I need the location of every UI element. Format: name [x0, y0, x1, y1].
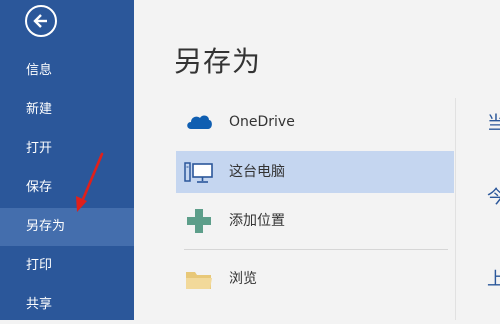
annotation-arrow-icon — [76, 152, 104, 212]
location-browse[interactable]: 浏览 — [176, 258, 454, 300]
section-divider — [184, 249, 448, 250]
sidebar-item-info[interactable]: 信息 — [0, 52, 134, 90]
today-heading-fragment: 今 — [487, 187, 500, 208]
computer-icon — [184, 162, 213, 183]
sidebar-item-label: 打开 — [26, 141, 53, 156]
back-button[interactable] — [25, 5, 57, 37]
earlier-heading-fragment: 上 — [487, 269, 500, 290]
location-add-place[interactable]: 添加位置 — [176, 200, 454, 242]
sidebar-item-label: 共享 — [26, 297, 53, 312]
sidebar-item-label: 另存为 — [26, 219, 66, 234]
location-this-pc[interactable]: 这台电脑 — [176, 151, 454, 193]
onedrive-cloud-icon — [187, 115, 212, 129]
recent-heading-fragment: 当 — [487, 113, 500, 134]
sidebar-item-label: 打印 — [26, 258, 53, 273]
backstage-sidebar: 信息 新建 打开 保存 另存为 打印 共享 — [0, 0, 134, 320]
panel-separator — [455, 98, 456, 320]
sidebar-item-label: 新建 — [26, 102, 53, 117]
sidebar-item-save[interactable]: 保存 — [0, 169, 134, 207]
location-onedrive[interactable]: OneDrive — [176, 101, 454, 143]
plus-icon — [187, 209, 211, 233]
folder-icon — [186, 272, 212, 289]
sidebar-item-open[interactable]: 打开 — [0, 130, 134, 168]
sidebar-item-label: 信息 — [26, 63, 53, 78]
sidebar-item-save-as[interactable]: 另存为 — [0, 208, 134, 246]
page-title: 另存为 — [174, 45, 262, 78]
location-label: 添加位置 — [229, 213, 285, 229]
location-label: 浏览 — [229, 271, 257, 287]
sidebar-item-label: 保存 — [26, 180, 53, 195]
location-label: 这台电脑 — [229, 164, 285, 180]
sidebar-item-print[interactable]: 打印 — [0, 247, 134, 285]
sidebar-item-new[interactable]: 新建 — [0, 91, 134, 129]
save-as-panel: 另存为 OneDrive 这台电脑 添加位置 浏览 — [134, 0, 500, 320]
back-arrow-icon — [33, 14, 47, 28]
location-label: OneDrive — [229, 114, 295, 130]
sidebar-item-share[interactable]: 共享 — [0, 286, 134, 324]
